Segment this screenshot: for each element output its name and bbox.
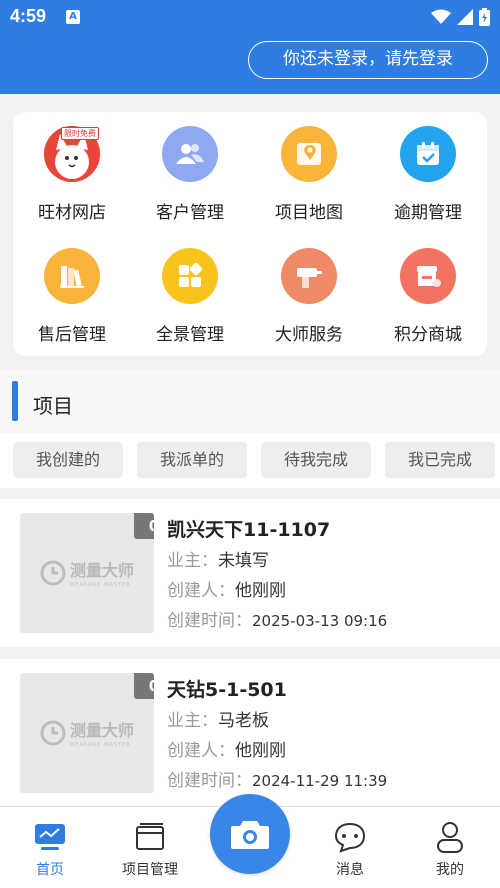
login-button[interactable]: 你还未登录，请先登录 xyxy=(248,41,488,79)
grid-item-label: 全景管理 xyxy=(156,325,224,345)
battery-icon xyxy=(479,8,490,26)
grid-item-label: 积分商城 xyxy=(394,325,462,345)
grid-item-customers[interactable]: 客户管理 xyxy=(131,112,249,223)
tab-messages[interactable]: 消息 xyxy=(300,807,400,888)
grid-item-panorama[interactable]: 全景管理 xyxy=(131,234,249,345)
filter-pending-me[interactable]: 待我完成 xyxy=(261,442,371,478)
project-thumbnail: 测量大师 MEASURE MASTER 0 xyxy=(20,673,154,793)
map-icon xyxy=(281,126,337,182)
project-created-time: 创建时间：2025-03-13 09:16 xyxy=(167,611,388,631)
folders-icon xyxy=(132,819,168,855)
status-time: 4:59 xyxy=(10,6,47,26)
chat-bubble-icon xyxy=(332,819,368,855)
promo-tag: 限时免费 xyxy=(61,127,99,140)
project-title: 天钻5-1-501 xyxy=(167,679,287,701)
project-creator: 创建人：他刚刚 xyxy=(167,741,286,761)
project-title: 凯兴天下11-1107 xyxy=(167,519,331,541)
grid-item-aftersales[interactable]: 售后管理 xyxy=(13,234,131,345)
grid-item-master-service[interactable]: 大师服务 xyxy=(250,234,368,345)
status-indicators xyxy=(431,8,490,26)
tab-mine[interactable]: 我的 xyxy=(400,807,500,888)
project-thumbnail: 测量大师 MEASURE MASTER 0 xyxy=(20,513,154,633)
count-badge: 0 xyxy=(134,673,154,699)
grid-item-overdue[interactable]: 逾期管理 xyxy=(369,112,487,223)
grid-item-label: 大师服务 xyxy=(275,325,343,345)
section-header xyxy=(0,370,500,434)
grid-item-label: 项目地图 xyxy=(275,203,343,223)
tab-project-management[interactable]: 项目管理 xyxy=(100,807,200,888)
camera-icon xyxy=(231,821,269,849)
books-icon xyxy=(44,248,100,304)
drill-icon xyxy=(281,248,337,304)
shop-icon xyxy=(400,248,456,304)
tab-label: 项目管理 xyxy=(122,862,178,878)
section-title: 项目 xyxy=(33,394,73,418)
grid-item-label: 旺材网店 xyxy=(38,203,106,223)
grid-item-label: 客户管理 xyxy=(156,203,224,223)
grid-item-label: 售后管理 xyxy=(38,325,106,345)
camera-button[interactable] xyxy=(210,794,290,874)
wifi-icon xyxy=(431,9,451,24)
feature-grid: 限时免费 旺材网店 客户管理 项目地图 逾期管理 售后管理 全景管理 大师服务 … xyxy=(13,112,487,356)
customers-icon xyxy=(162,126,218,182)
section-accent-bar xyxy=(12,381,18,421)
user-icon xyxy=(432,819,468,855)
tab-label: 首页 xyxy=(36,862,64,878)
home-monitor-icon xyxy=(32,819,68,855)
filter-dispatched-by-me[interactable]: 我派单的 xyxy=(137,442,247,478)
panorama-grid-icon xyxy=(162,248,218,304)
grid-item-label: 逾期管理 xyxy=(394,203,462,223)
tab-label: 我的 xyxy=(436,862,464,878)
project-creator: 创建人：他刚刚 xyxy=(167,581,286,601)
filter-created-by-me[interactable]: 我创建的 xyxy=(13,442,123,478)
tab-home[interactable]: 首页 xyxy=(0,807,100,888)
tab-label: 消息 xyxy=(336,862,364,878)
calendar-check-icon xyxy=(400,126,456,182)
project-owner: 业主：未填写 xyxy=(167,551,269,571)
measure-master-logo: 测量大师 MEASURE MASTER xyxy=(40,717,134,748)
grid-item-points-mall[interactable]: 积分商城 xyxy=(369,234,487,345)
project-created-time: 创建时间：2024-11-29 11:39 xyxy=(167,771,388,791)
count-badge: 0 xyxy=(134,513,154,539)
notification-app-icon: A xyxy=(66,10,80,24)
grid-item-map[interactable]: 项目地图 xyxy=(250,112,368,223)
project-owner: 业主：马老板 xyxy=(167,711,269,731)
status-bar: 4:59 A xyxy=(0,0,500,34)
project-card[interactable]: 测量大师 MEASURE MASTER 0 凯兴天下11-1107 业主：未填写… xyxy=(0,499,500,647)
filter-completed-by-me[interactable]: 我已完成 xyxy=(385,442,495,478)
grid-item-store[interactable]: 限时免费 旺材网店 xyxy=(13,112,131,223)
measure-master-logo: 测量大师 MEASURE MASTER xyxy=(40,557,134,588)
cell-signal-icon xyxy=(457,9,473,25)
project-card[interactable]: 测量大师 MEASURE MASTER 0 天钻5-1-501 业主：马老板 创… xyxy=(0,659,500,807)
